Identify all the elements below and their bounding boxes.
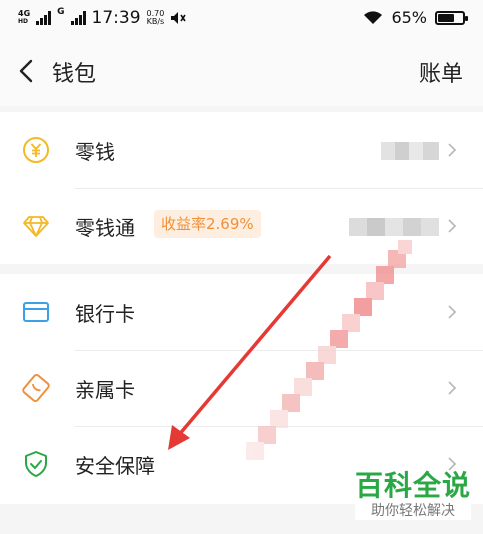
cell-signal-icon [36, 11, 52, 25]
watermark-logo: 百科全说 助你轻松解决 [354, 469, 471, 520]
chevron-right-icon [448, 143, 457, 157]
blurred-balance [349, 218, 439, 236]
list-item-change-pass[interactable]: 零钱通 收益率2.69% [0, 188, 483, 264]
status-right: 65% [363, 8, 468, 27]
page-title: 钱包 [52, 62, 97, 87]
nav-bar: 钱包 账单 [0, 36, 483, 106]
diamond-icon [23, 216, 49, 237]
wallet-group: 零钱 零钱通 收益率2.69% [0, 112, 483, 264]
list-item-label: 零钱通 [75, 216, 135, 240]
mute-speaker-icon [171, 12, 187, 24]
status-left: 4G HD G 17:39 0.70 KB/s [18, 7, 187, 28]
clock: 17:39 [91, 8, 141, 28]
blurred-balance [381, 142, 439, 160]
g-label: G [57, 7, 65, 17]
yield-badge: 收益率2.69% [154, 210, 261, 238]
chevron-right-icon [448, 305, 457, 319]
battery-percent: 65% [391, 8, 427, 27]
list-item-bank-card[interactable]: 银行卡 [0, 274, 483, 350]
back-arrow-icon[interactable] [12, 56, 42, 86]
watermark-title: 百科全说 [354, 469, 471, 502]
list-item-label: 银行卡 [75, 302, 135, 326]
bill-button[interactable]: 账单 [419, 56, 463, 88]
list-item-label: 安全保障 [75, 454, 155, 478]
network-speed: 0.70 KB/s [147, 10, 165, 26]
wifi-icon [364, 10, 383, 24]
chevron-right-icon [448, 219, 457, 233]
battery-fill [438, 13, 454, 22]
list-item-label: 零钱 [75, 140, 115, 164]
speed-unit: KB/s [146, 17, 165, 26]
list-item-family-card[interactable]: 亲属卡 [0, 350, 483, 426]
list-item-change[interactable]: 零钱 [0, 112, 483, 188]
cell-signal-2-icon [70, 11, 86, 25]
network-sub: HD [18, 18, 29, 25]
bank-card-icon [23, 302, 49, 322]
status-bar: 4G HD G 17:39 0.70 KB/s 65% [0, 0, 483, 36]
watermark-subtitle: 助你轻松解决 [354, 502, 471, 520]
chevron-right-icon [448, 381, 457, 395]
battery-icon [435, 10, 468, 25]
yuan-coin-icon [23, 137, 49, 163]
network-type: 4G HD [18, 10, 30, 26]
shield-check-icon [25, 451, 47, 477]
list-item-label: 亲属卡 [75, 378, 135, 402]
family-card-icon [22, 374, 50, 402]
network-label: 4G [18, 9, 31, 18]
